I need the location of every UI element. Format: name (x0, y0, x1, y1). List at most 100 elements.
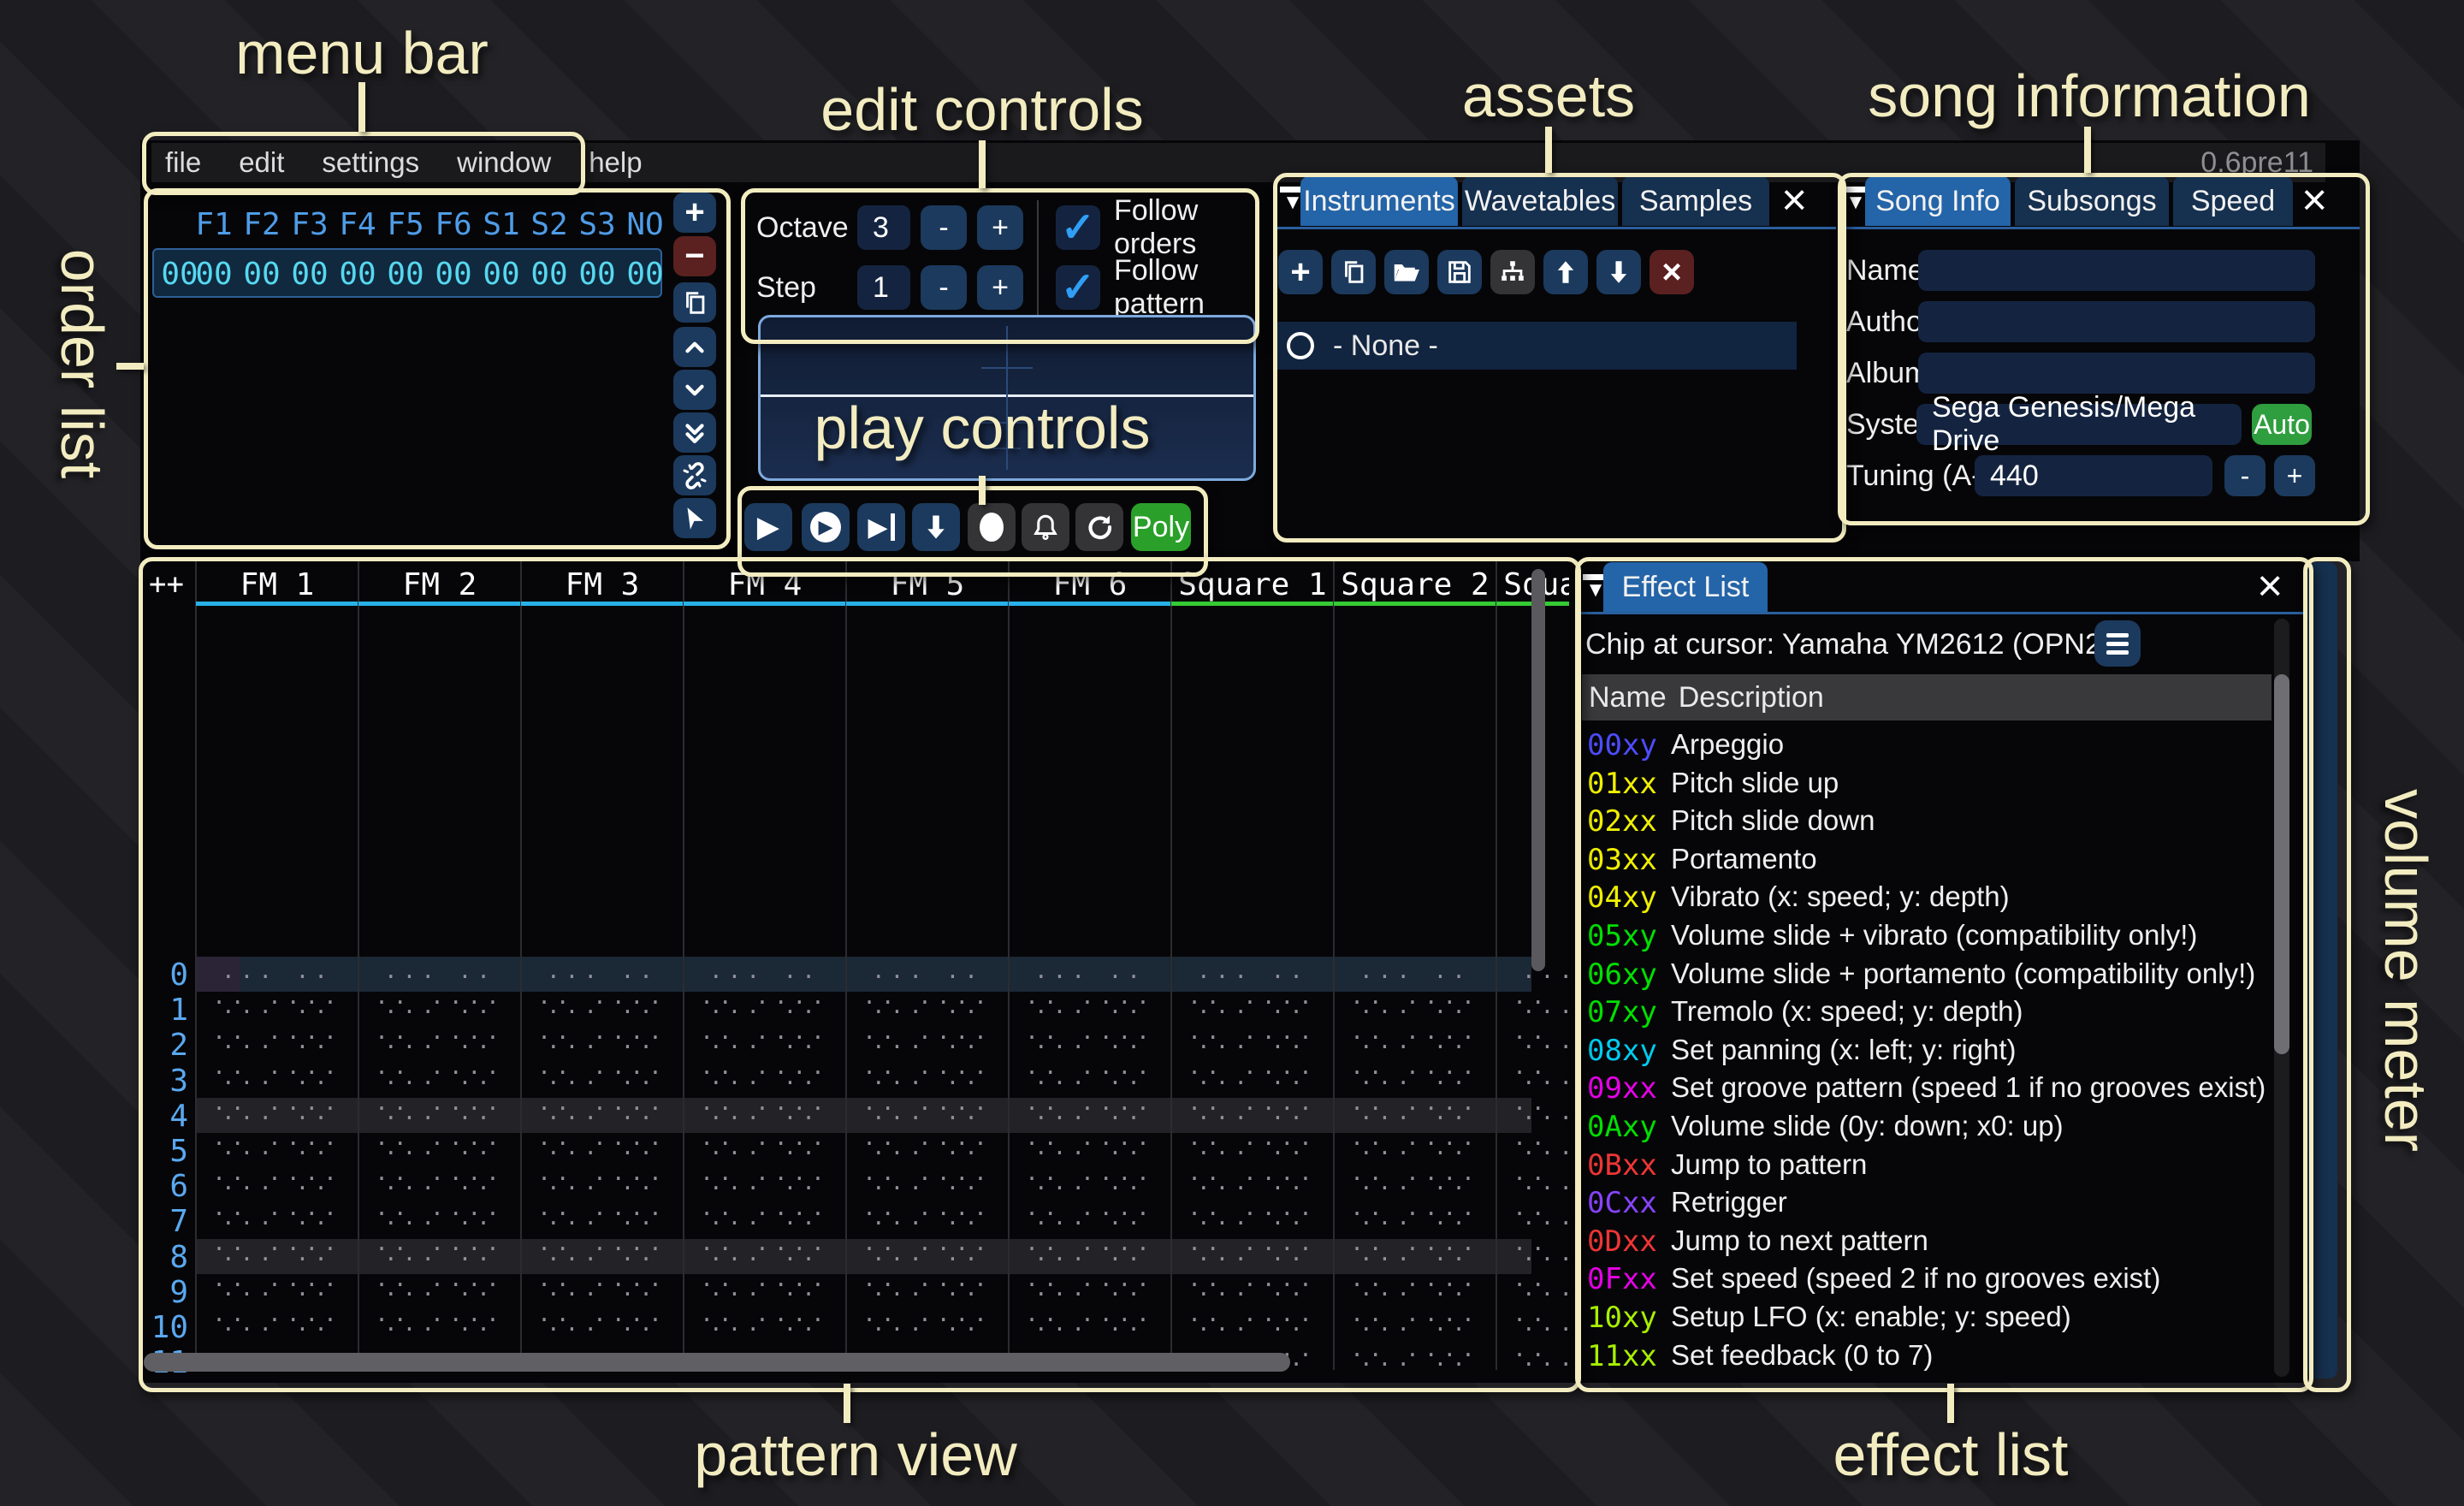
order-cell[interactable]: 00 (238, 257, 286, 292)
menu-item-edit[interactable]: edit (239, 146, 284, 179)
album-field[interactable] (1918, 353, 2315, 394)
annotation-order-list: order list (48, 249, 116, 478)
order-cell[interactable]: 00 (525, 257, 573, 292)
play-button[interactable]: ▶ (744, 503, 792, 551)
follow-pattern-label[interactable]: Follow pattern (1114, 265, 1251, 310)
instrument-list-item[interactable]: - None - (1276, 322, 1797, 370)
play-pattern-button[interactable]: ▶ (802, 503, 850, 551)
annotation-play-controls: play controls (814, 394, 1151, 462)
effect-list-scrollbar-thumb[interactable] (2274, 674, 2289, 1054)
channel-header-square-1[interactable]: Square 1 (1171, 567, 1334, 602)
tuning-plus-button[interactable]: + (2274, 455, 2315, 496)
record-button[interactable] (968, 503, 1016, 551)
duplicate-asset-button[interactable] (1331, 250, 1376, 294)
delete-asset-button[interactable]: × (1650, 250, 1694, 294)
order-cell[interactable]: 00 (334, 257, 382, 292)
name-field[interactable] (1918, 250, 2315, 291)
channel-header-fm-6[interactable]: FM 6 (1009, 567, 1171, 602)
tab-samples[interactable]: Samples (1622, 176, 1769, 226)
step-minus-button[interactable]: - (921, 265, 967, 310)
duplicate-order-button[interactable] (673, 282, 716, 323)
channel-header-fm-5[interactable]: FM 5 (846, 567, 1009, 602)
channel-header-fm-2[interactable]: FM 2 (358, 567, 521, 602)
save-asset-button[interactable] (1437, 250, 1482, 294)
tab-wavetables[interactable]: Wavetables (1462, 176, 1618, 226)
octave-value[interactable]: 3 (857, 205, 910, 250)
move-order-down-button[interactable] (673, 370, 716, 410)
move-asset-up-button[interactable] (1543, 250, 1588, 294)
pattern-corner-button[interactable]: ++ (149, 567, 184, 602)
poly-button[interactable]: Poly (1131, 503, 1191, 551)
effect-code: 07xy (1587, 995, 1657, 1029)
menu-item-window[interactable]: window (457, 146, 551, 179)
album-label: Album (1846, 353, 1928, 394)
close-icon[interactable]: × (2301, 178, 2327, 222)
channel-header-fm-3[interactable]: FM 3 (521, 567, 684, 602)
pattern-cell[interactable]: ··· ·· ·· ···· (1496, 1352, 1569, 1380)
octave-plus-button[interactable]: + (977, 205, 1023, 250)
order-cell[interactable]: 00 (573, 257, 621, 292)
pattern-cell[interactable]: ··· ·· ·· ···· (1334, 1352, 1496, 1380)
channel-header-fm-4[interactable]: FM 4 (684, 567, 846, 602)
order-cell[interactable]: 00 (286, 257, 334, 292)
pattern-row-number: 8 (142, 1240, 188, 1275)
play-from-cursor-button[interactable]: ▶ (857, 503, 905, 551)
move-order-down-more-button[interactable] (673, 412, 716, 453)
metronome-button[interactable] (1022, 503, 1069, 551)
close-icon[interactable]: × (1781, 178, 1807, 222)
order-cell[interactable]: 00 (429, 257, 477, 292)
menu-item-settings[interactable]: settings (322, 146, 419, 179)
step-plus-button[interactable]: + (977, 265, 1023, 310)
channel-header-square-2[interactable]: Square 2 (1334, 567, 1496, 602)
order-edit-mode-button[interactable] (673, 498, 716, 538)
order-cell[interactable]: 00 (477, 257, 525, 292)
tab-song-info[interactable]: Song Info (1865, 176, 2011, 226)
pattern-view[interactable]: FM 1··· ·· ·· ······· ·· ·· ······· ·· ·… (142, 560, 1569, 1380)
effect-code: 10xy (1587, 1301, 1657, 1335)
add-asset-button[interactable]: + (1278, 250, 1323, 294)
toggle-folder-view-button[interactable] (1490, 250, 1535, 294)
follow-orders-label[interactable]: Follow orders (1114, 205, 1251, 250)
octave-minus-button[interactable]: - (921, 205, 967, 250)
step-value[interactable]: 1 (857, 265, 910, 310)
annotation-menu-bar: menu bar (235, 19, 489, 87)
tuning-field[interactable]: 440 (1975, 455, 2212, 496)
author-field[interactable] (1918, 301, 2315, 342)
effect-code: 0Bxx (1587, 1148, 1657, 1183)
tuning-minus-button[interactable]: - (2224, 455, 2266, 496)
auto-system-button[interactable]: Auto (2252, 404, 2312, 445)
move-order-up-button[interactable] (673, 327, 716, 367)
effect-description: Set panning (x: left; y: right) (1671, 1034, 2017, 1066)
follow-pattern-checkbox[interactable]: ✓ (1056, 265, 1100, 310)
pattern-row-number: 0 (142, 958, 188, 993)
deep-clone-order-button[interactable] (673, 455, 716, 495)
move-asset-down-button[interactable] (1596, 250, 1641, 294)
system-select[interactable]: Sega Genesis/Mega Drive (1916, 404, 2242, 445)
effect-description: Set speed (speed 2 if no grooves exist) (1671, 1262, 2160, 1295)
order-cell[interactable]: 00 (382, 257, 429, 292)
tab-subsongs[interactable]: Subsongs (2015, 176, 2169, 226)
step-one-row-button[interactable] (912, 503, 960, 551)
duplicate-icon (680, 288, 709, 317)
follow-orders-checkbox[interactable]: ✓ (1056, 205, 1100, 250)
channel-underline (1334, 602, 1496, 606)
name-label: Name (1846, 250, 1924, 291)
tab-speed[interactable]: Speed (2173, 176, 2293, 226)
menu-item-file[interactable]: file (165, 146, 201, 179)
tree-icon (1498, 258, 1527, 287)
remove-order-button[interactable]: − (673, 236, 716, 276)
repeat-pattern-button[interactable] (1075, 503, 1123, 551)
annotation-line-order-list (116, 363, 144, 370)
tab-instruments[interactable]: Instruments (1300, 176, 1458, 226)
order-cell[interactable]: 00 (190, 257, 238, 292)
pattern-horizontal-scrollbar[interactable] (144, 1353, 1290, 1372)
channel-header-fm-1[interactable]: FM 1 (196, 567, 358, 602)
pattern-vertical-scrollbar[interactable] (1531, 569, 1545, 971)
check-icon: ✓ (1061, 204, 1095, 252)
cursor-arrow-icon (680, 504, 709, 533)
add-order-button[interactable]: + (673, 193, 716, 233)
annotation-assets: assets (1462, 62, 1635, 130)
open-asset-button[interactable] (1384, 250, 1429, 294)
menu-item-help[interactable]: help (589, 146, 642, 179)
order-cell[interactable]: 00 (621, 257, 669, 292)
